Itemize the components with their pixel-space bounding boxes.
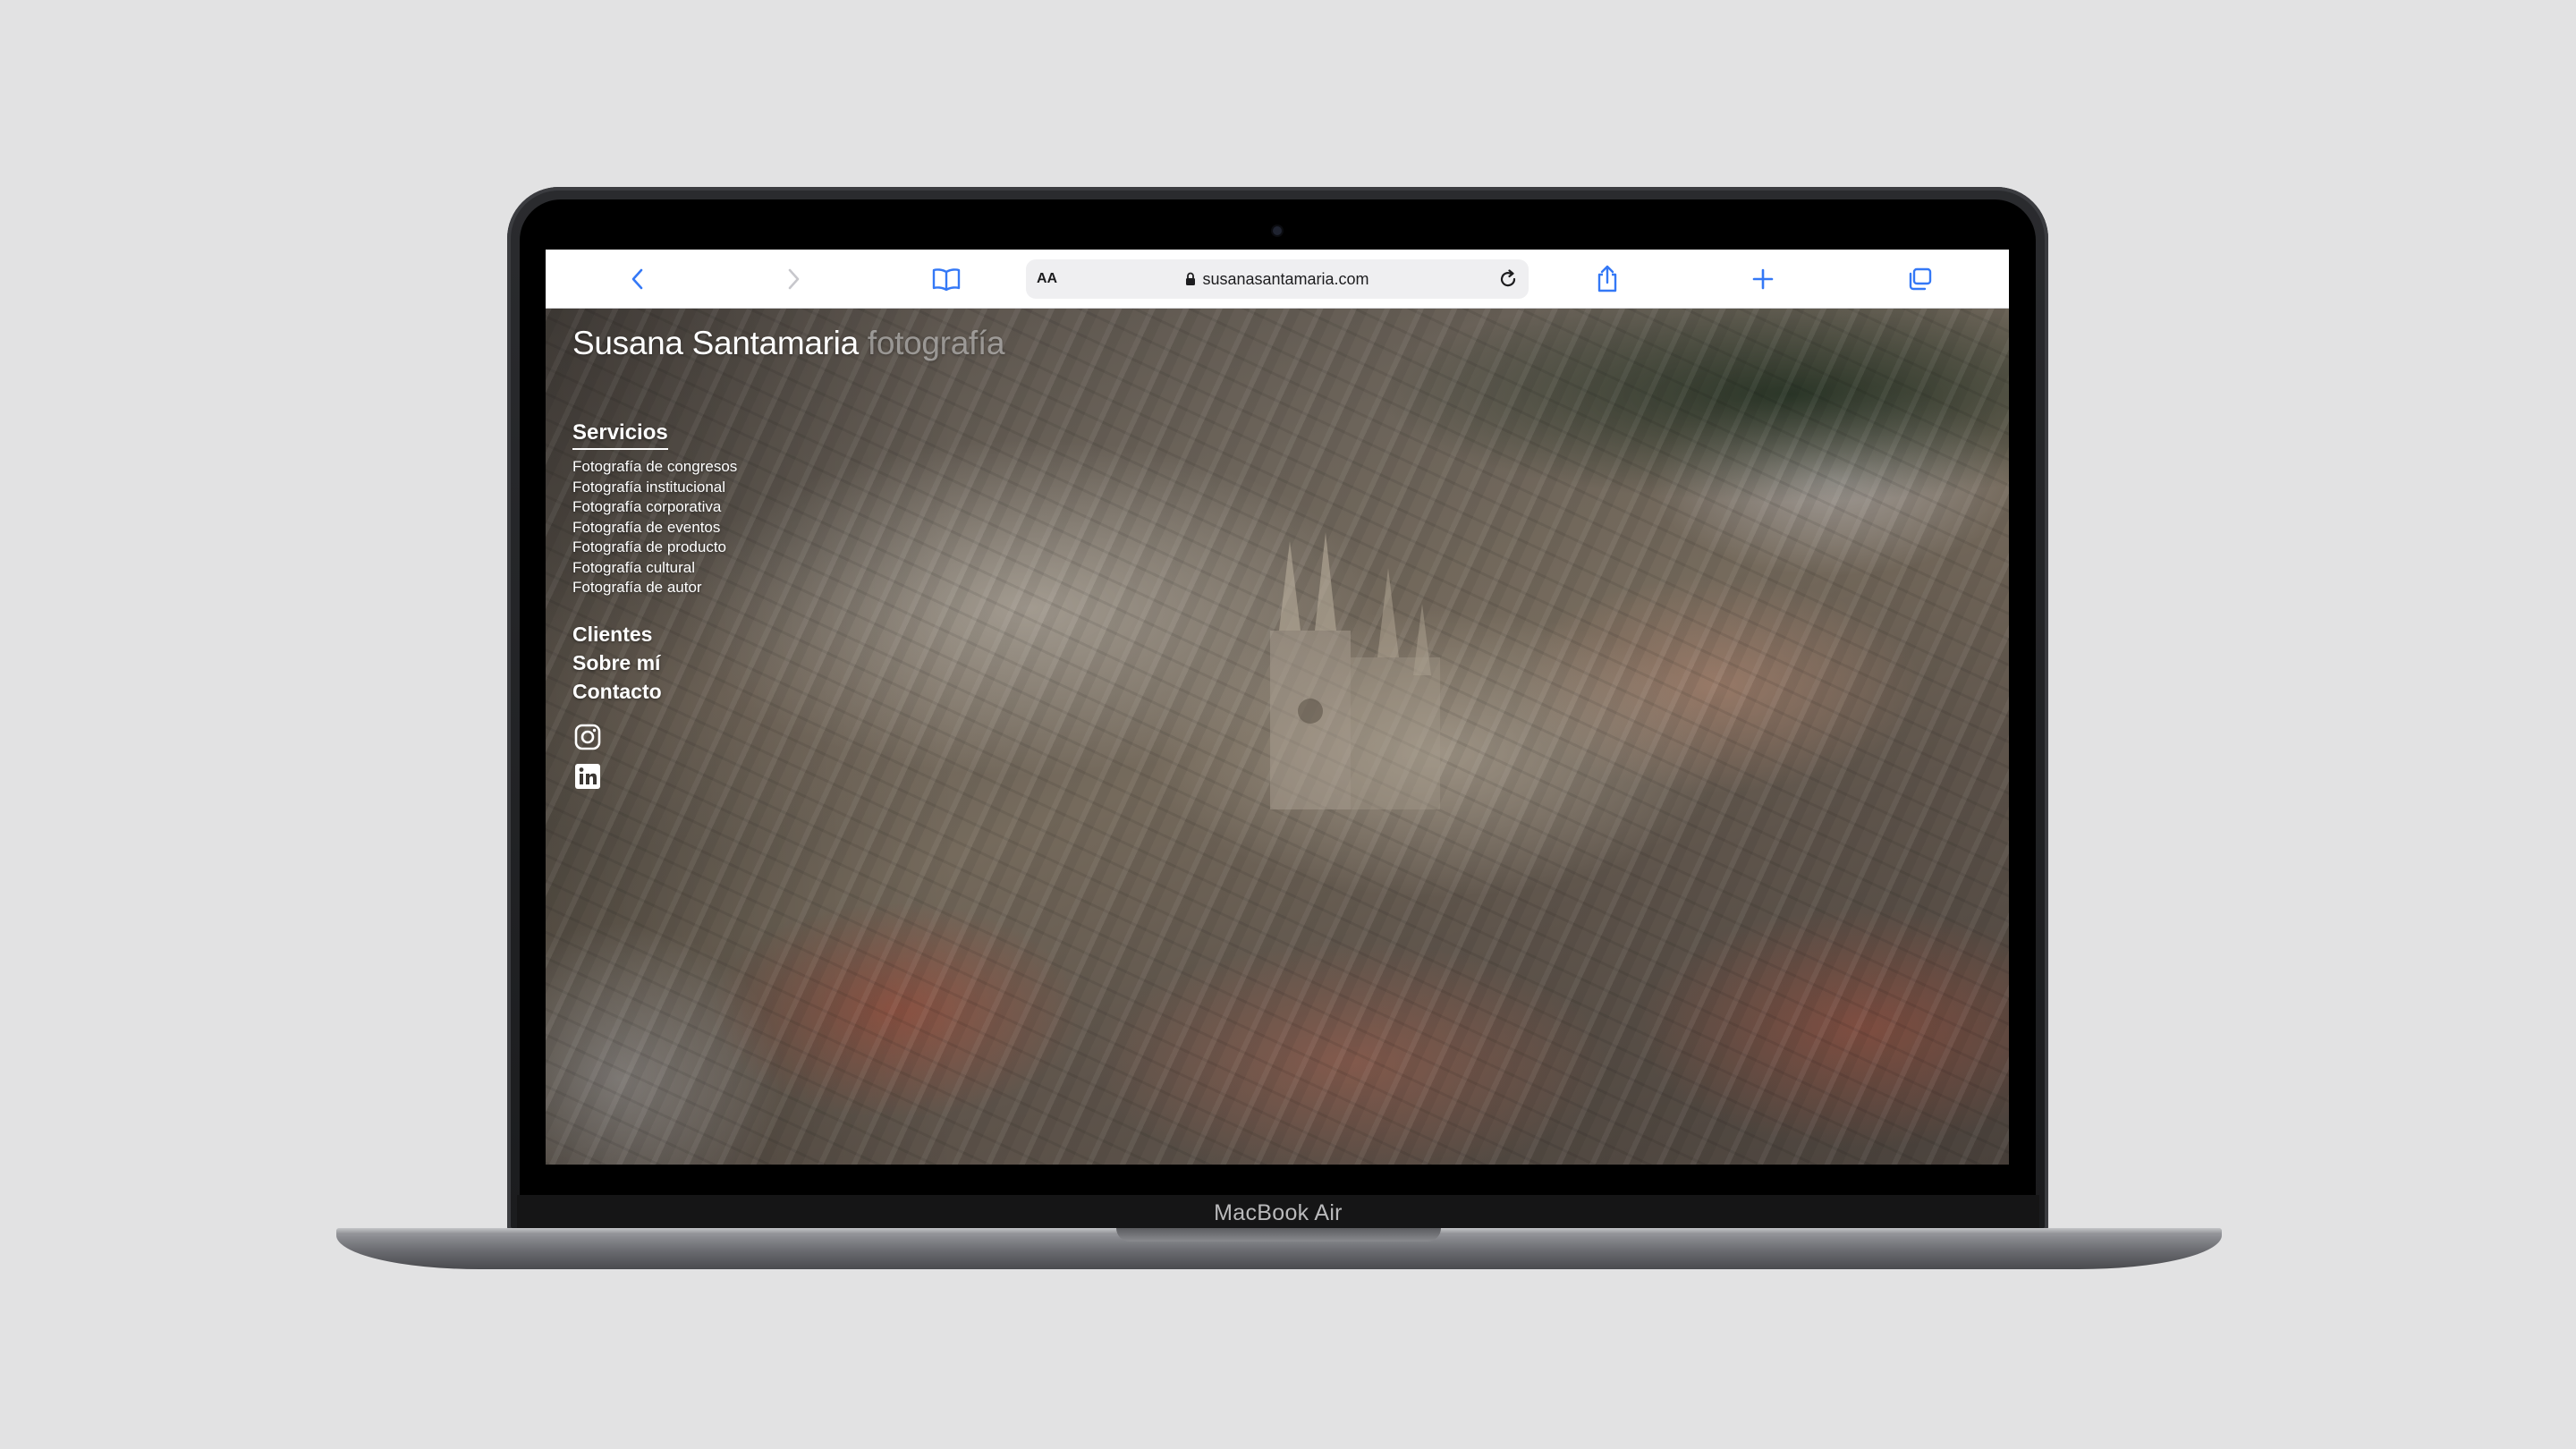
linkedin-icon[interactable]: [572, 761, 603, 792]
lock-icon: [1185, 272, 1196, 286]
web-page: Susana Santamaria fotografía Servicios F…: [546, 309, 2009, 1165]
service-link-corporativa[interactable]: Fotografía corporativa: [572, 497, 737, 518]
service-link-congresos[interactable]: Fotografía de congresos: [572, 457, 737, 478]
service-link-producto[interactable]: Fotografía de producto: [572, 538, 737, 558]
service-link-autor[interactable]: Fotografía de autor: [572, 578, 737, 598]
url-display[interactable]: susanasantamaria.com: [1026, 259, 1529, 299]
nav-link-sobre-mi[interactable]: Sobre mí: [572, 648, 737, 677]
bookmarks-icon[interactable]: [928, 262, 964, 296]
address-bar[interactable]: AA susanasantamaria.com: [1026, 259, 1529, 299]
services-heading[interactable]: Servicios: [572, 419, 668, 450]
service-link-eventos[interactable]: Fotografía de eventos: [572, 518, 737, 538]
social-links: [572, 722, 737, 792]
share-icon[interactable]: [1589, 262, 1625, 296]
instagram-icon[interactable]: [572, 722, 603, 752]
site-title-name: Susana Santamaria: [572, 325, 859, 361]
laptop-notch: [1116, 1228, 1441, 1241]
main-links: Clientes Sobre mí Contacto: [572, 620, 737, 706]
site-title-suffix: fotografía: [867, 325, 1005, 361]
forward-icon[interactable]: [775, 262, 811, 296]
reload-icon[interactable]: [1496, 267, 1520, 291]
services-list: Fotografía de congresos Fotografía insti…: [572, 457, 737, 598]
site-nav: Servicios Fotografía de congresos Fotogr…: [572, 419, 737, 801]
camera-icon: [1273, 226, 1282, 235]
nav-link-clientes[interactable]: Clientes: [572, 620, 737, 648]
nav-link-contacto[interactable]: Contacto: [572, 677, 737, 706]
back-icon[interactable]: [620, 262, 656, 296]
screen: AA susanasantamaria.com Susana Santamari…: [546, 250, 2009, 1165]
url-text: susanasantamaria.com: [1202, 269, 1369, 288]
new-tab-icon[interactable]: [1745, 262, 1781, 296]
browser-toolbar: AA susanasantamaria.com: [546, 250, 2009, 309]
site-title[interactable]: Susana Santamaria fotografía: [572, 325, 1005, 362]
cathedral-illustration: [1270, 532, 1440, 809]
service-link-cultural[interactable]: Fotografía cultural: [572, 558, 737, 579]
device-model-label: MacBook Air: [1214, 1200, 1343, 1225]
tabs-icon[interactable]: [1902, 262, 1937, 296]
service-link-institucional[interactable]: Fotografía institucional: [572, 478, 737, 498]
